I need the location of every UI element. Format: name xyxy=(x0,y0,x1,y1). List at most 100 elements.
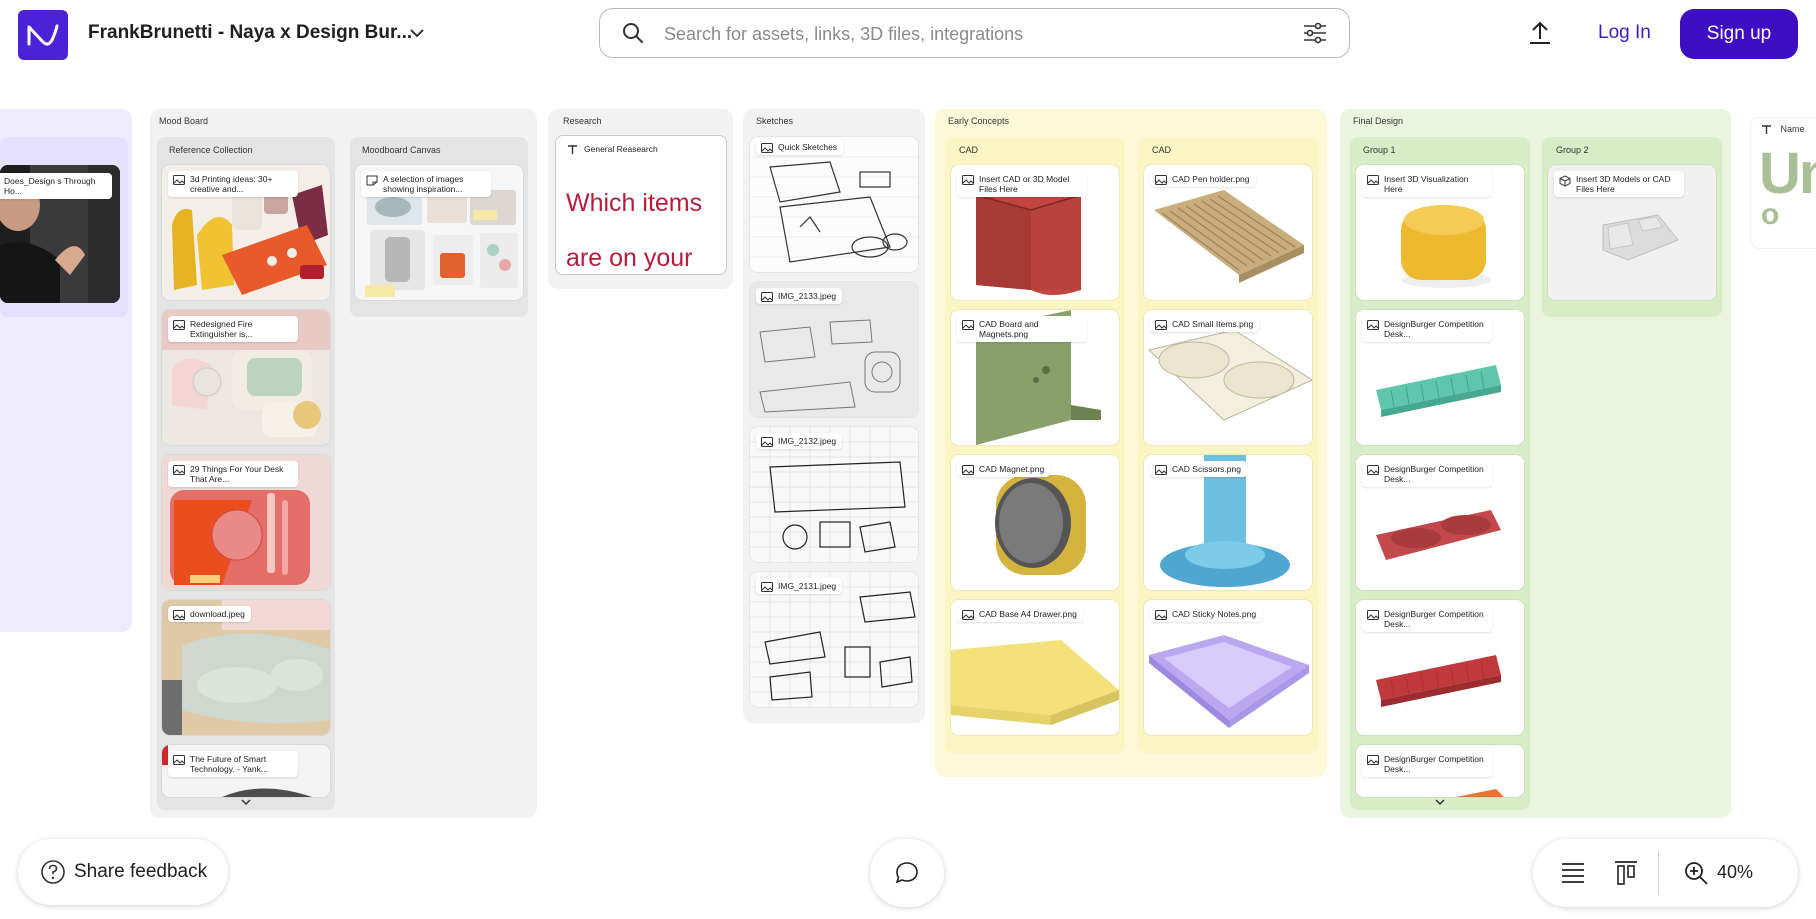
chevron-down-icon[interactable] xyxy=(408,26,426,40)
image-icon xyxy=(1155,465,1167,475)
search-input[interactable] xyxy=(662,19,1266,49)
group2-card-1-tag: Insert 3D Models or CAD Files Here xyxy=(1554,171,1684,197)
image-icon xyxy=(962,175,974,185)
search-bar[interactable] xyxy=(599,8,1350,58)
cad-card-7[interactable]: CAD Scissors.png xyxy=(1144,455,1312,590)
sketch-card-1-tag: Quick Sketches xyxy=(756,139,844,155)
filter-sliders-icon[interactable] xyxy=(1303,22,1327,44)
cad-card-5[interactable]: CAD Pen holder.png xyxy=(1144,165,1312,300)
reference-card-4-tag: download.jpeg xyxy=(168,606,251,622)
image-icon xyxy=(962,465,974,475)
final-card-4-tag: DesignBurger Competition Desk... xyxy=(1362,606,1492,632)
sketch-card-2-tag: IMG_2133.jpeg xyxy=(756,288,843,304)
image-icon xyxy=(1367,755,1379,765)
share-feedback-button[interactable]: Share feedback xyxy=(18,839,228,905)
canvas-icon xyxy=(366,175,378,186)
name-text-card[interactable]: Name Un o xyxy=(1751,118,1816,248)
area-label-research: Research xyxy=(563,116,602,126)
list-view-icon[interactable] xyxy=(1560,861,1586,885)
image-icon xyxy=(173,755,185,765)
final-card-4[interactable]: DesignBurger Competition Desk... xyxy=(1356,600,1524,735)
research-note-card[interactable]: General Reasearch Which items are on you… xyxy=(555,135,727,275)
final-card-2[interactable]: DesignBurger Competition Desk... xyxy=(1356,310,1524,445)
moodboard-canvas-card-tag: A selection of images showing inspiratio… xyxy=(361,171,491,197)
sketch-card-4-tag: IMG_2131.jpeg xyxy=(756,578,843,594)
column-label-cad-2: CAD xyxy=(1152,145,1172,155)
reference-card-3[interactable]: 29 Things For Your Desk That Are... xyxy=(162,455,330,590)
reference-card-5[interactable]: The Future of Smart Technology. - Yank..… xyxy=(162,745,330,797)
image-icon xyxy=(1155,175,1167,185)
image-icon xyxy=(173,610,185,620)
cad-card-8-tag: CAD Sticky Notes.png xyxy=(1150,606,1263,622)
expand-chevron-icon[interactable] xyxy=(240,798,252,806)
cad-card-2[interactable]: CAD Board and Magnets.png xyxy=(951,310,1119,445)
sketch-card-4[interactable]: IMG_2131.jpeg xyxy=(750,572,918,707)
reference-card-1[interactable]: 3d Printing ideas: 30+ creative and... xyxy=(162,165,330,300)
quick-sketch-image xyxy=(750,137,918,272)
text-icon xyxy=(1762,124,1771,134)
image-icon xyxy=(761,437,773,447)
column-label-group-2: Group 2 xyxy=(1556,145,1589,155)
cad-card-2-tag: CAD Board and Magnets.png xyxy=(957,316,1087,342)
image-icon xyxy=(1155,320,1167,330)
sketch-card-1[interactable]: Quick Sketches xyxy=(750,137,918,272)
sketch-card-3[interactable]: IMG_2132.jpeg xyxy=(750,427,918,562)
zoom-level[interactable]: 40% xyxy=(1717,862,1753,883)
final-card-3[interactable]: DesignBurger Competition Desk... xyxy=(1356,455,1524,590)
cad-card-8[interactable]: CAD Sticky Notes.png xyxy=(1144,600,1312,735)
final-card-2-tag: DesignBurger Competition Desk... xyxy=(1362,316,1492,342)
naya-logo[interactable] xyxy=(18,10,68,60)
column-label-cad-1: CAD xyxy=(959,145,979,155)
cad-card-4-tag: CAD Base A4 Drawer.png xyxy=(957,606,1083,622)
final-card-3-tag: DesignBurger Competition Desk... xyxy=(1362,461,1492,487)
research-note-tag: General Reasearch xyxy=(562,141,664,157)
divider xyxy=(1658,851,1659,895)
group2-card-1[interactable]: Insert 3D Models or CAD Files Here xyxy=(1548,165,1716,300)
cad-card-1-tag: Insert CAD or 3D Model Files Here xyxy=(957,171,1087,197)
image-icon xyxy=(761,292,773,302)
view-controls: 40% xyxy=(1533,839,1798,907)
reference-card-4[interactable]: download.jpeg xyxy=(162,600,330,735)
login-link[interactable]: Log In xyxy=(1598,22,1651,44)
column-label-reference-collection: Reference Collection xyxy=(169,145,253,155)
sketch-card-2[interactable]: IMG_2133.jpeg xyxy=(750,282,918,417)
column-label-moodboard-canvas: Moodboard Canvas xyxy=(362,145,441,155)
image-icon xyxy=(1367,320,1379,330)
moodboard-canvas-card[interactable]: A selection of images showing inspiratio… xyxy=(355,165,523,300)
area-label-early-concepts: Early Concepts xyxy=(948,116,1010,126)
expand-chevron-icon[interactable] xyxy=(1434,798,1446,806)
image-icon xyxy=(761,143,773,153)
image-icon xyxy=(1155,610,1167,620)
reference-card-2-tag: Redesigned Fire Extinguisher is... xyxy=(168,316,298,342)
text-icon xyxy=(568,145,577,154)
name-card-subtext: o xyxy=(1761,198,1780,231)
reference-card-5-tag: The Future of Smart Technology. - Yank..… xyxy=(168,751,298,777)
reference-card-2[interactable]: Redesigned Fire Extinguisher is... xyxy=(162,310,330,445)
align-top-icon[interactable] xyxy=(1613,860,1639,886)
cad-card-4[interactable]: CAD Base A4 Drawer.png xyxy=(951,600,1119,735)
image-icon xyxy=(1367,465,1379,475)
area-label-sketches: Sketches xyxy=(756,116,794,126)
area-label-final-design: Final Design xyxy=(1353,116,1404,126)
reference-card-3-tag: 29 Things For Your Desk That Are... xyxy=(168,461,298,487)
3d-cube-icon xyxy=(1559,175,1571,187)
final-card-5[interactable]: DesignBurger Competition Desk... xyxy=(1356,745,1524,797)
cad-card-6-tag: CAD Small Items.png xyxy=(1150,316,1260,332)
help-icon xyxy=(41,860,65,884)
upload-icon[interactable] xyxy=(1528,20,1552,46)
cad-card-6[interactable]: CAD Small Items.png xyxy=(1144,310,1312,445)
final-card-5-tag: DesignBurger Competition Desk... xyxy=(1362,751,1492,777)
signup-button[interactable]: Sign up xyxy=(1680,9,1798,59)
comment-button[interactable] xyxy=(870,839,944,907)
board-title[interactable]: FrankBrunetti - Naya x Design Bur... xyxy=(88,22,412,44)
video-card[interactable]: Does_Design s Through Ho... xyxy=(0,137,128,317)
final-card-1[interactable]: Insert 3D Visualization Here xyxy=(1356,165,1524,300)
final-card-1-tag: Insert 3D Visualization Here xyxy=(1362,171,1492,197)
cad-card-3[interactable]: CAD Magnet.png xyxy=(951,455,1119,590)
column-label-group-1: Group 1 xyxy=(1363,145,1396,155)
image-icon xyxy=(173,175,185,185)
research-note-text: Which items are on your xyxy=(566,189,703,272)
cad-card-1[interactable]: Insert CAD or 3D Model Files Here xyxy=(951,165,1119,300)
video-card-tag: Does_Design s Through Ho... xyxy=(0,173,112,199)
zoom-icon[interactable] xyxy=(1683,860,1709,886)
